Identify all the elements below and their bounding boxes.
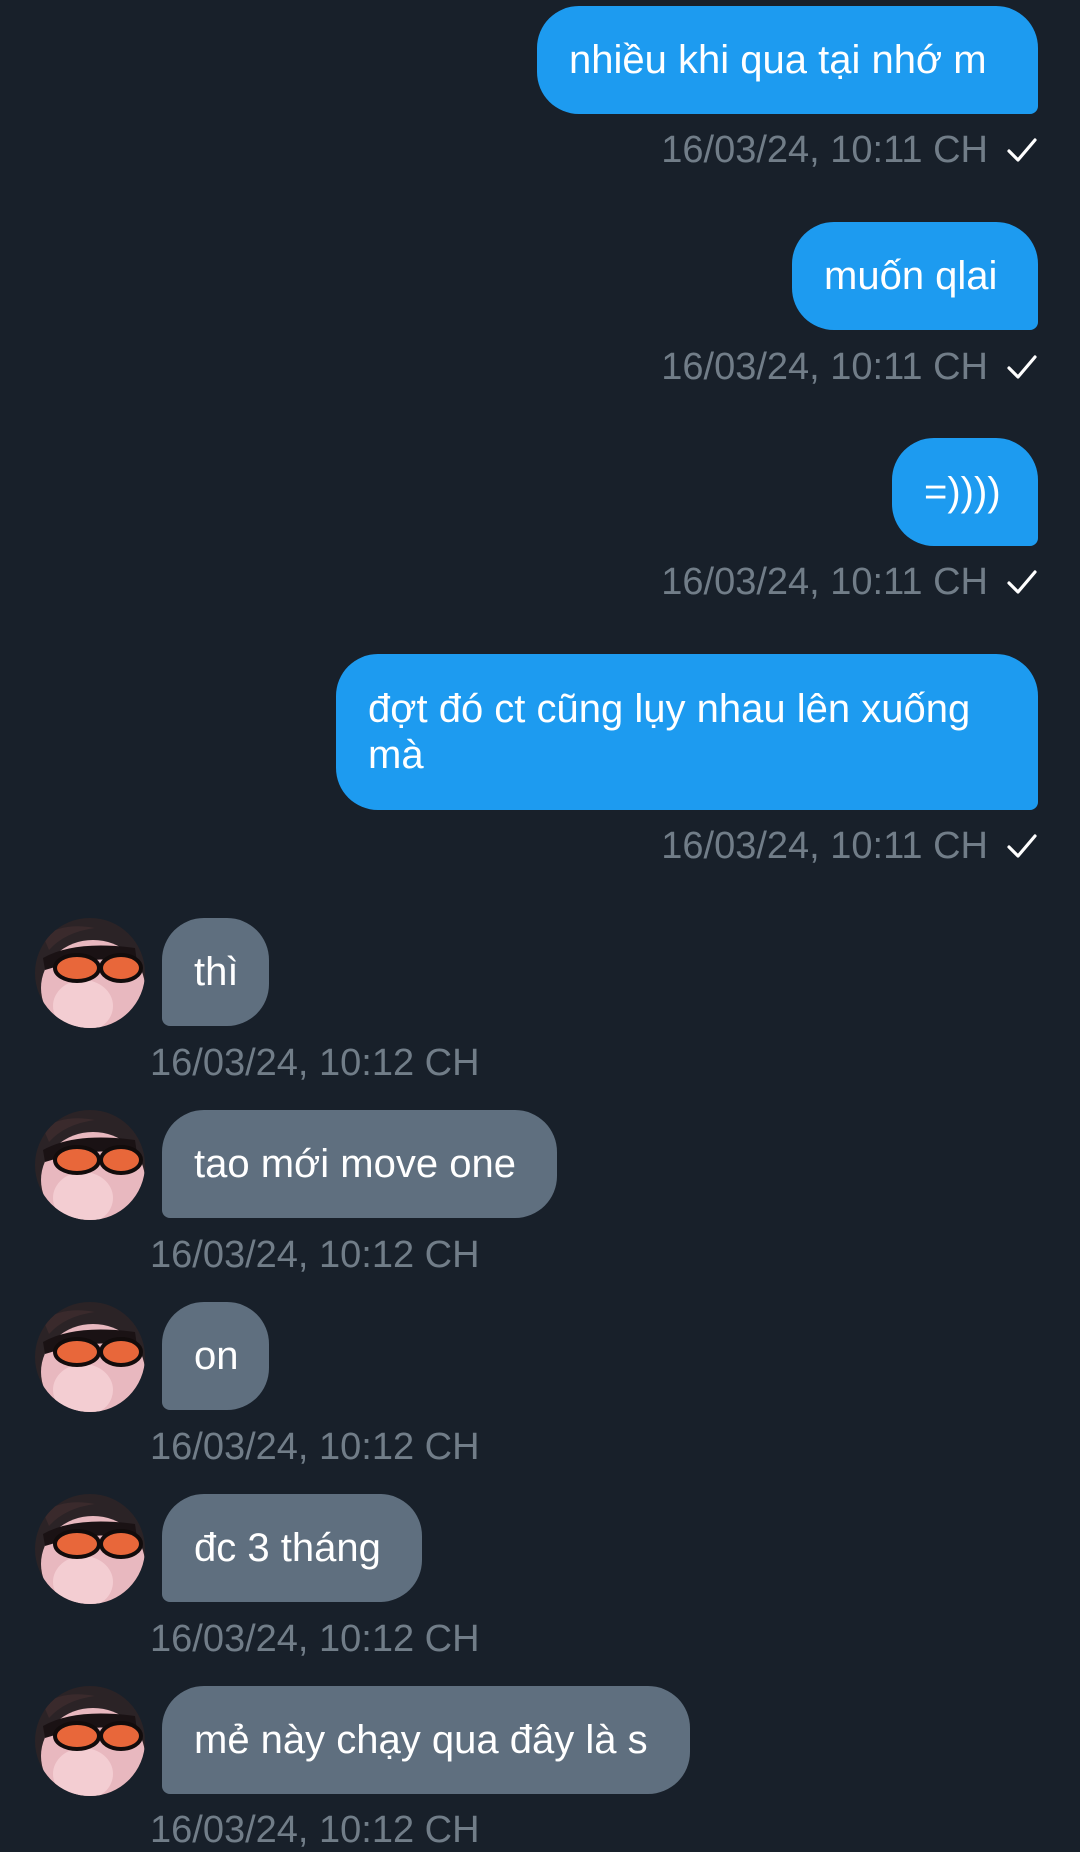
message-text: mẻ này chạy qua đây là s: [194, 1718, 648, 1762]
received-message-bubble[interactable]: on: [162, 1302, 269, 1410]
timestamp: 16/03/24, 10:11 CH: [661, 825, 988, 867]
timestamp: 16/03/24, 10:12 CH: [150, 1426, 480, 1468]
received-message-bubble[interactable]: đc 3 tháng: [162, 1494, 422, 1602]
avatar-image: [35, 1302, 145, 1412]
message-text: đợt đó ct cũng lụy nhau lên xuống mà: [368, 687, 971, 777]
timestamp: 16/03/24, 10:12 CH: [150, 1809, 480, 1851]
timestamp: 16/03/24, 10:12 CH: [150, 1042, 480, 1084]
contact-avatar[interactable]: [35, 1686, 145, 1796]
timestamp: 16/03/24, 10:11 CH: [661, 346, 988, 388]
message-text: on: [194, 1334, 239, 1378]
check-icon: [1007, 570, 1037, 594]
contact-avatar[interactable]: [35, 1302, 145, 1412]
received-message-bubble[interactable]: thì: [162, 918, 269, 1026]
avatar-image: [35, 1494, 145, 1604]
sent-message-bubble[interactable]: muốn qlai: [792, 222, 1038, 330]
avatar-image: [35, 1110, 145, 1220]
received-message-bubble[interactable]: mẻ này chạy qua đây là s: [162, 1686, 690, 1794]
message-text: =)))): [924, 470, 1001, 514]
message-text: thì: [194, 950, 239, 994]
message-meta: 16/03/24, 10:11 CH: [661, 128, 1038, 172]
sent-message-bubble[interactable]: =)))): [892, 438, 1038, 546]
message-meta: 16/03/24, 10:11 CH: [661, 560, 1038, 604]
message-text: nhiều khi qua tại nhớ m: [569, 38, 987, 82]
message-meta: 16/03/24, 10:11 CH: [661, 824, 1038, 868]
timestamp: 16/03/24, 10:12 CH: [150, 1234, 480, 1276]
check-icon: [1007, 834, 1037, 858]
message-text: đc 3 tháng: [194, 1526, 381, 1570]
message-meta: 16/03/24, 10:11 CH: [661, 345, 1038, 389]
check-icon: [1007, 138, 1037, 162]
contact-avatar[interactable]: [35, 1494, 145, 1604]
contact-avatar[interactable]: [35, 1110, 145, 1220]
avatar-image: [35, 918, 145, 1028]
received-message-bubble[interactable]: tao mới move one: [162, 1110, 557, 1218]
timestamp: 16/03/24, 10:12 CH: [150, 1618, 480, 1660]
sent-message-bubble[interactable]: đợt đó ct cũng lụy nhau lên xuống mà: [336, 654, 1038, 810]
timestamp: 16/03/24, 10:11 CH: [661, 561, 988, 603]
message-text: muốn qlai: [824, 254, 998, 298]
timestamp: 16/03/24, 10:11 CH: [661, 129, 988, 171]
check-icon: [1007, 355, 1037, 379]
avatar-image: [35, 1686, 145, 1796]
sent-message-bubble[interactable]: nhiều khi qua tại nhớ m: [537, 6, 1038, 114]
message-text: tao mới move one: [194, 1142, 516, 1186]
contact-avatar[interactable]: [35, 918, 145, 1028]
